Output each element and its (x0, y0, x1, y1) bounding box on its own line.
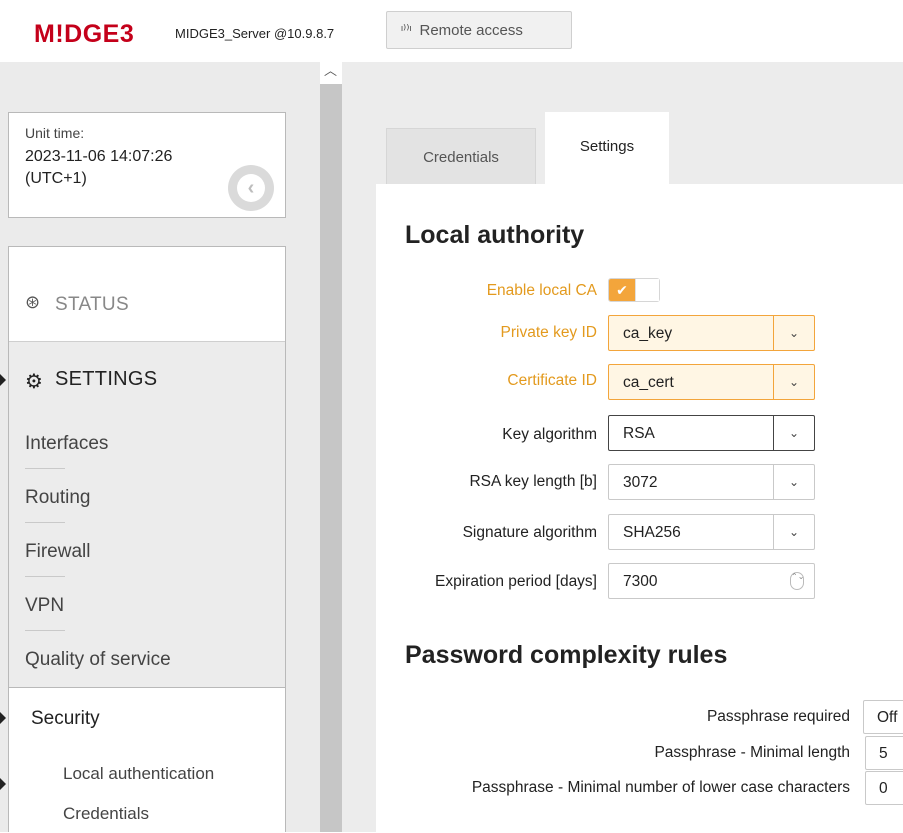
private-key-id-select[interactable]: ca_key ⌄ (608, 315, 815, 351)
rsa-key-length-select[interactable]: 3072 ⌄ (608, 464, 815, 500)
collapse-sidebar-button[interactable]: ‹ (228, 165, 274, 211)
password-rules-title: Password complexity rules (405, 641, 728, 669)
sidebar-scrollbar-thumb[interactable] (320, 84, 342, 832)
tab-settings[interactable]: Settings (545, 112, 669, 186)
server-label: MIDGE3_Server @10.9.8.7 (175, 26, 335, 41)
midge3-logo[interactable]: M!DGE3 (34, 20, 134, 49)
logo-number: 3 (119, 20, 135, 48)
sidebar-item-credentials[interactable]: Credentials (63, 804, 149, 824)
expiration-period-value: 7300 (623, 573, 658, 590)
chevron-down-icon: ⌄ (773, 416, 814, 450)
sidebar-item-vpn[interactable]: VPN (25, 595, 64, 617)
unit-time-value: 2023-11-06 14:07:26 (UTC+1) (25, 148, 173, 187)
divider (25, 468, 65, 469)
gauge-icon: ⊛ (25, 292, 41, 312)
gears-icon: ⚙ (25, 371, 43, 393)
credentials-active-marker-icon (0, 778, 6, 790)
sidebar-item-status[interactable]: ⊛ STATUS (9, 247, 285, 342)
sidebar-item-local-authentication[interactable]: Local authentication (63, 764, 214, 784)
logo-exclamation: ! (55, 20, 65, 48)
signature-algorithm-label: Signature algorithm (462, 524, 597, 541)
sidebar-section-security: Security Local authentication Credential… (9, 687, 285, 833)
private-key-id-label: Private key ID (500, 324, 597, 341)
divider (25, 576, 65, 577)
divider (25, 522, 65, 523)
tab-credentials[interactable]: Credentials (386, 128, 536, 184)
remote-access-label: Remote access (419, 21, 523, 39)
expiration-period-label: Expiration period [days] (435, 573, 597, 590)
passphrase-required-select[interactable]: Off (863, 700, 903, 734)
enable-local-ca-toggle[interactable]: ✔ (608, 278, 660, 302)
unit-time-label: Unit time: (25, 125, 85, 141)
local-authority-title: Local authority (405, 221, 585, 249)
passphrase-min-length-input[interactable]: 5 (865, 736, 903, 770)
sidebar-item-settings[interactable]: ⚙ SETTINGS Interfaces Routing Firewall V… (9, 342, 285, 687)
passphrase-min-lower-label: Passphrase - Minimal number of lower cas… (471, 779, 850, 796)
enable-local-ca-label: Enable local CA (486, 282, 597, 299)
sidebar-item-security[interactable]: Security (31, 708, 100, 730)
rsa-key-length-label: RSA key length [b] (469, 473, 597, 490)
key-algorithm-label: Key algorithm (502, 426, 597, 443)
top-bar: M!DGE3 MIDGE3_Server @10.9.8.7 ᶦ⁾⁾ᶦ Remo… (0, 0, 903, 62)
passphrase-required-label: Passphrase required (706, 708, 850, 725)
sidebar-item-status-label: STATUS (55, 294, 129, 315)
antenna-signal-icon: ᶦ⁾⁾ᶦ (401, 22, 412, 37)
private-key-id-value: ca_key (623, 325, 673, 342)
spinner-icon[interactable]: ⌃⌄ (790, 572, 804, 590)
chevron-down-icon: ⌄ (773, 316, 814, 350)
passphrase-min-lower-input[interactable]: 0 (865, 771, 903, 805)
certificate-id-value: ca_cert (623, 374, 674, 391)
checkmark-icon: ✔ (609, 279, 635, 301)
certificate-id-select[interactable]: ca_cert ⌄ (608, 364, 815, 400)
divider (25, 630, 65, 631)
chevron-down-icon: ⌄ (773, 365, 814, 399)
sidebar-item-interfaces[interactable]: Interfaces (25, 433, 108, 455)
settings-expanded-marker-icon (0, 374, 6, 386)
tab-credentials-label: Credentials (423, 149, 499, 166)
logo-letter-m: M (34, 20, 56, 48)
rsa-key-length-value: 3072 (623, 474, 658, 491)
certificate-id-label: Certificate ID (507, 372, 597, 389)
passphrase-min-length-label: Passphrase - Minimal length (654, 744, 850, 761)
chevron-down-icon: ⌄ (773, 515, 814, 549)
logo-text: DGE (64, 20, 120, 48)
chevron-down-icon: ⌄ (773, 465, 814, 499)
signature-algorithm-select[interactable]: SHA256 ⌄ (608, 514, 815, 550)
key-algorithm-select[interactable]: RSA ⌄ (608, 415, 815, 451)
toggle-knob (635, 279, 659, 301)
scroll-up-arrow-icon[interactable]: ︿ (324, 60, 337, 79)
sidebar-item-routing[interactable]: Routing (25, 487, 91, 509)
security-expanded-marker-icon (0, 712, 6, 724)
sidebar-nav: ⊛ STATUS ⚙ SETTINGS Interfaces Routing F… (8, 246, 286, 833)
signature-algorithm-value: SHA256 (623, 524, 681, 541)
remote-access-button[interactable]: ᶦ⁾⁾ᶦ Remote access (386, 11, 572, 49)
chevron-left-icon: ‹ (237, 174, 265, 202)
expiration-period-input[interactable]: 7300 ⌃⌄ (608, 563, 815, 599)
tab-settings-label: Settings (579, 138, 635, 155)
sidebar-item-quality-of-service[interactable]: Quality of service (25, 649, 171, 671)
key-algorithm-value: RSA (623, 425, 655, 442)
sidebar-item-firewall[interactable]: Firewall (25, 541, 90, 563)
sidebar-item-settings-label: SETTINGS (55, 368, 158, 390)
